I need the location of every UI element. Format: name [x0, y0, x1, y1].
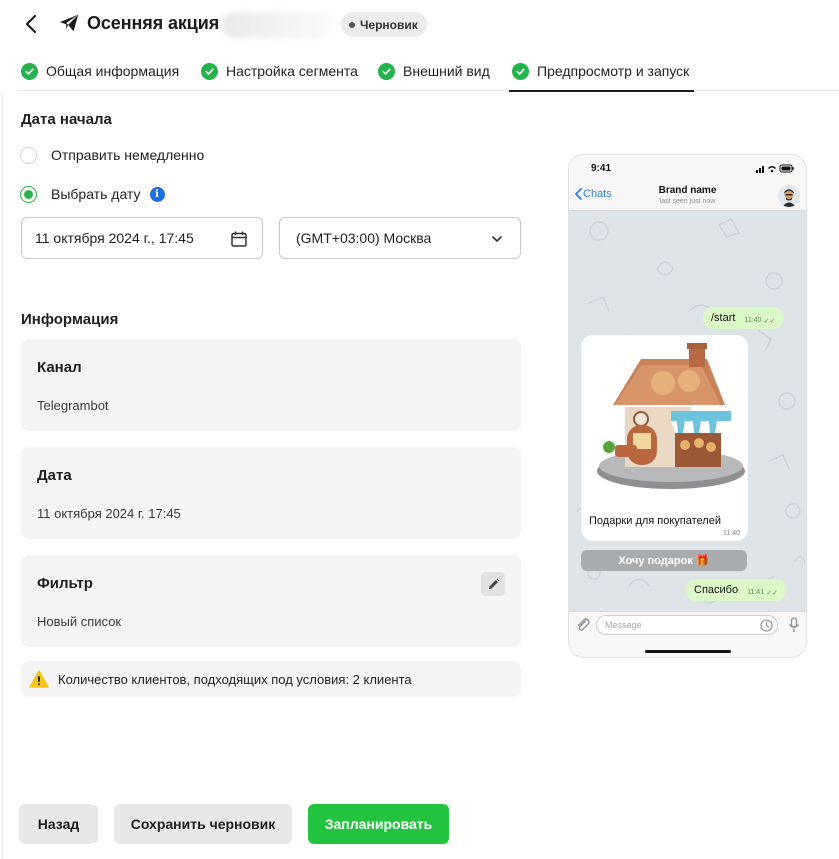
tab-preview-launch[interactable]: Предпросмотр и запуск	[508, 50, 695, 92]
chat-header: Chats Brand name last seen just now	[569, 181, 806, 211]
check-circle-icon	[512, 62, 529, 80]
bot-avatar[interactable]	[778, 185, 800, 207]
edit-filter-button[interactable]	[481, 572, 505, 596]
content-divider	[2, 92, 3, 859]
pencil-icon	[488, 578, 499, 589]
read-checkmarks-icon: ✓✓	[766, 589, 778, 597]
channel-card: Канал Telegrambot	[21, 339, 521, 431]
pick-date-label: Выбрать дату	[51, 186, 141, 202]
date-value: 11 октября 2024 г. 17:45	[37, 506, 181, 521]
tab-appearance[interactable]: Внешний вид	[378, 50, 490, 92]
phone-status-bar: 9:41	[569, 155, 806, 181]
tab-label: Предпросмотр и запуск	[537, 63, 690, 79]
info-icon[interactable]: i	[149, 186, 165, 202]
message-composer: Message	[569, 611, 806, 637]
warning-triangle-icon	[29, 670, 49, 688]
chat-messages-area: /start 11:40 ✓✓ Подарки для покупателей …	[569, 211, 806, 611]
status-label: Черновик	[360, 17, 418, 32]
back-button[interactable]: Назад	[19, 804, 98, 844]
chevron-down-icon	[492, 236, 502, 242]
filter-label: Фильтр	[37, 575, 93, 592]
channel-value: Telegrambot	[37, 398, 109, 413]
bot-status: last seen just now	[659, 198, 716, 205]
pick-date-option[interactable]: Выбрать дату i	[20, 183, 165, 205]
date-time-value: 11 октября 2024 г., 17:45	[35, 230, 194, 246]
filter-card: Фильтр Новый список	[21, 555, 521, 647]
schedule-button[interactable]: Запланировать	[308, 804, 449, 844]
tab-segment-settings[interactable]: Настройка сегмента	[201, 50, 358, 92]
campaign-title: Осенняя акция	[87, 13, 220, 33]
check-circle-icon	[21, 62, 38, 80]
home-indicator	[645, 650, 731, 653]
save-draft-button[interactable]: Сохранить черновик	[114, 804, 292, 844]
sticker-icon[interactable]	[760, 619, 773, 632]
info-title: Информация	[21, 311, 119, 328]
tab-label: Внешний вид	[403, 63, 490, 79]
timezone-select[interactable]: (GMT+03:00) Москва	[279, 217, 521, 259]
timezone-value: (GMT+03:00) Москва	[296, 230, 432, 246]
status-dot-icon	[349, 21, 355, 28]
microphone-icon[interactable]	[788, 617, 800, 633]
message-text: Спасибо	[694, 584, 739, 596]
outgoing-message-thanks: Спасибо 11:41 ✓✓	[686, 579, 786, 601]
page-header: Осенняя акция Черновик	[0, 0, 839, 50]
message-text: /start	[711, 312, 736, 324]
outgoing-message-start: /start 11:40 ✓✓	[703, 307, 784, 329]
date-label: Дата	[37, 467, 72, 484]
radio-unchecked[interactable]	[20, 146, 37, 164]
signal-wifi-battery-icon	[756, 164, 794, 173]
calendar-icon[interactable]	[230, 230, 248, 248]
wizard-tabs: Общая информация Настройка сегмента Внеш…	[0, 50, 839, 92]
media-message[interactable]: Подарки для покупателей 11:40	[581, 335, 748, 541]
message-input[interactable]: Message	[596, 615, 778, 635]
avatar-icon	[778, 185, 800, 207]
blurred-title-suffix	[222, 12, 332, 38]
clients-count-notice: Количество клиентов, подходящих под усло…	[21, 661, 521, 697]
message-time: 11:41	[747, 589, 765, 596]
date-card: Дата 11 октября 2024 г. 17:45	[21, 447, 521, 539]
send-now-label: Отправить немедленно	[51, 147, 205, 163]
paper-plane-icon	[59, 14, 79, 32]
shop-illustration	[581, 335, 748, 511]
check-circle-icon	[201, 62, 218, 80]
date-time-field[interactable]: 11 октября 2024 г., 17:45	[21, 217, 263, 259]
telegram-preview-phone: 9:41 Chats Brand name last seen just now	[568, 154, 807, 658]
channel-label: Канал	[37, 359, 82, 376]
tab-label: Общая информация	[46, 63, 180, 79]
message-time: 11:40	[744, 317, 762, 324]
phone-time: 9:41	[591, 163, 612, 174]
send-now-option[interactable]: Отправить немедленно	[20, 144, 204, 166]
paperclip-icon[interactable]	[575, 617, 591, 633]
read-checkmarks-icon: ✓✓	[763, 317, 776, 325]
back-arrow-icon[interactable]	[20, 12, 44, 36]
inline-gift-button[interactable]: Хочу подарок 🎁	[581, 550, 747, 571]
radio-checked[interactable]	[20, 185, 37, 203]
start-date-title: Дата начала	[21, 111, 112, 128]
tab-label: Настройка сегмента	[226, 63, 358, 79]
status-badge: Черновик	[341, 12, 427, 37]
message-placeholder: Message	[605, 620, 642, 630]
bot-name: Brand name	[658, 185, 717, 196]
media-time: 11:40	[723, 530, 740, 537]
media-caption: Подарки для покупателей	[589, 515, 721, 527]
check-circle-icon	[378, 62, 395, 80]
filter-value: Новый список	[37, 614, 122, 629]
tab-general-info[interactable]: Общая информация	[21, 50, 179, 92]
clients-count-text: Количество клиентов, подходящих под усло…	[58, 671, 412, 687]
